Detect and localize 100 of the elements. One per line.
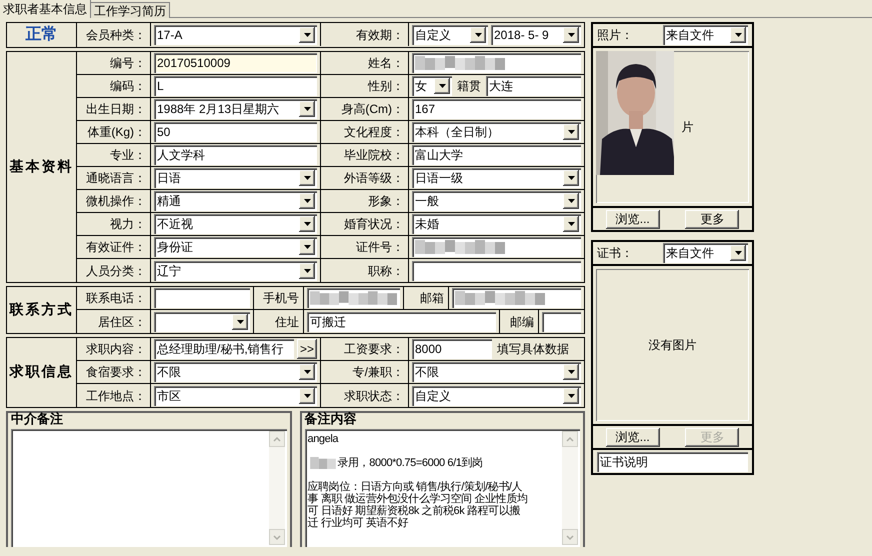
input-field[interactable]: 富山大学 — [412, 145, 581, 165]
dropdown[interactable]: 未婚 — [412, 214, 581, 234]
caret-icon — [568, 199, 574, 203]
input-field[interactable]: 总经理助理/秘书,销售行 — [154, 339, 294, 359]
field-label: 专/兼职： — [352, 364, 404, 381]
dropdown[interactable]: 自定义 — [412, 24, 488, 44]
expand-button[interactable]: >> — [297, 339, 317, 359]
dropdown-button[interactable] — [563, 364, 579, 380]
input-field[interactable] — [412, 237, 581, 257]
section-title: 求职信息 — [10, 363, 74, 382]
caret-icon — [304, 370, 310, 374]
caret-icon — [304, 32, 310, 36]
input-field[interactable]: 可搬迁 — [307, 312, 496, 332]
input-field[interactable]: 大连 — [486, 76, 581, 96]
dropdown[interactable] — [154, 312, 250, 332]
dropdown-button[interactable] — [563, 124, 579, 140]
dropdown-button[interactable] — [299, 101, 315, 117]
dropdown-button[interactable] — [730, 245, 746, 261]
scroll-down-icon — [566, 534, 574, 540]
dropdown-button[interactable] — [299, 26, 315, 42]
dropdown[interactable]: 自定义 — [412, 386, 581, 406]
memo-field[interactable]: angela 录用，8000*0.75=6000 6/1到岗 应聘岗位：日语方向或 销售/执行/策划/秘书/人 事 离职 做运营外包没什么学习空间 企业性质均 可 日语好 期望薪资税8k 之前税6k 路程可以搬 迁 行业均可 英语不好 — [304, 429, 580, 547]
field-label: 体重(Kg)： — [87, 124, 146, 141]
memo-text: 迁 行业均可 英语不好 — [308, 517, 410, 529]
dropdown[interactable]: 日语一级 — [412, 168, 581, 188]
input-field[interactable]: 167 — [412, 99, 581, 119]
input-field[interactable] — [542, 312, 581, 332]
input-field[interactable]: 人文学科 — [154, 145, 317, 165]
dropdown[interactable]: 2018- 5- 9 — [491, 24, 581, 44]
dropdown[interactable]: 市区 — [154, 386, 317, 406]
caret-icon — [568, 32, 574, 36]
dropdown[interactable]: 日语 — [154, 168, 317, 188]
dropdown-button[interactable] — [232, 314, 248, 330]
dropdown-button[interactable] — [470, 26, 486, 42]
dropdown[interactable]: 1988年 2月13日星期六 — [154, 99, 317, 119]
dropdown-button[interactable] — [563, 388, 579, 404]
dropdown-button[interactable] — [434, 78, 450, 94]
field-label: 微机操作： — [86, 193, 146, 210]
section-title: 联系方式 — [10, 300, 74, 320]
dropdown[interactable]: 来自文件 — [663, 25, 748, 45]
dropdown-button[interactable] — [563, 170, 579, 186]
field-label: 工资要求： — [344, 341, 404, 358]
field-label: 有效证件： — [86, 239, 146, 256]
dropdown-button[interactable] — [563, 26, 579, 42]
dropdown-button[interactable] — [563, 216, 579, 232]
field-label: 编号： — [110, 55, 146, 72]
memo-field[interactable] — [11, 429, 286, 547]
dropdown-button[interactable] — [299, 193, 315, 209]
group-title: 中介备注 — [11, 413, 64, 427]
field-label: 照片： — [597, 27, 634, 44]
dropdown-button[interactable] — [299, 364, 315, 380]
dropdown-button[interactable] — [299, 170, 315, 186]
scrollbar[interactable] — [268, 431, 284, 545]
caret-icon — [734, 251, 742, 255]
field-label: 手机号 — [263, 290, 299, 307]
field-label: 联系电话： — [86, 290, 146, 307]
caret-icon — [304, 199, 310, 203]
dropdown[interactable]: 来自文件 — [663, 243, 748, 263]
scroll-up-icon — [566, 436, 574, 442]
group-title: 备注内容 — [304, 413, 358, 427]
button[interactable]: 更多 — [685, 210, 740, 228]
field-label: 外语等级： — [344, 170, 404, 187]
input-field[interactable]: 8000 — [412, 339, 492, 359]
dropdown[interactable]: 不限 — [154, 362, 317, 382]
memo-text: 可 日语好 期望薪资税8k 之前税6k 路程可以搬 — [308, 505, 521, 517]
dropdown-button[interactable] — [299, 216, 315, 232]
dropdown[interactable]: 精通 — [154, 191, 317, 211]
caret-icon — [304, 245, 310, 249]
scrollbar[interactable] — [562, 431, 578, 545]
dropdown-button[interactable] — [730, 27, 746, 43]
input-field[interactable] — [412, 53, 581, 73]
dropdown[interactable]: 本科（全日制） — [412, 122, 581, 142]
input-field[interactable]: 50 — [154, 122, 317, 142]
input-field[interactable] — [154, 288, 250, 308]
dropdown-button[interactable] — [563, 193, 579, 209]
dropdown-button[interactable] — [299, 388, 315, 404]
dropdown[interactable]: 不限 — [412, 362, 581, 382]
input-field[interactable] — [412, 260, 581, 280]
dropdown[interactable]: 辽宁 — [154, 260, 317, 280]
scroll-down-icon — [272, 534, 280, 540]
dropdown[interactable]: 17-A — [154, 24, 317, 44]
scroll-up-icon — [272, 436, 280, 442]
dropdown[interactable]: 身份证 — [154, 237, 317, 257]
dropdown-button[interactable] — [299, 239, 315, 255]
field-label: 籍贯 — [456, 78, 482, 95]
input-field[interactable]: L — [154, 76, 317, 96]
button[interactable]: 浏览... — [606, 428, 660, 446]
tab[interactable]: 求职者基本信息 — [0, 0, 91, 18]
button[interactable]: 浏览... — [606, 210, 660, 228]
dropdown-button[interactable] — [299, 262, 315, 278]
dropdown[interactable]: 一般 — [412, 191, 581, 211]
input-field[interactable] — [452, 288, 581, 308]
input-field[interactable]: 证书说明 — [597, 452, 748, 472]
tab[interactable]: 工作学习简历 — [91, 2, 170, 18]
field-label: 住址 — [275, 314, 299, 330]
input-field[interactable]: 20170510009 — [154, 53, 317, 73]
field-label: 求职内容： — [86, 341, 146, 358]
dropdown[interactable]: 不近视 — [154, 214, 317, 234]
field-label: 专业： — [110, 147, 146, 164]
dropdown[interactable]: 女 — [412, 76, 452, 96]
